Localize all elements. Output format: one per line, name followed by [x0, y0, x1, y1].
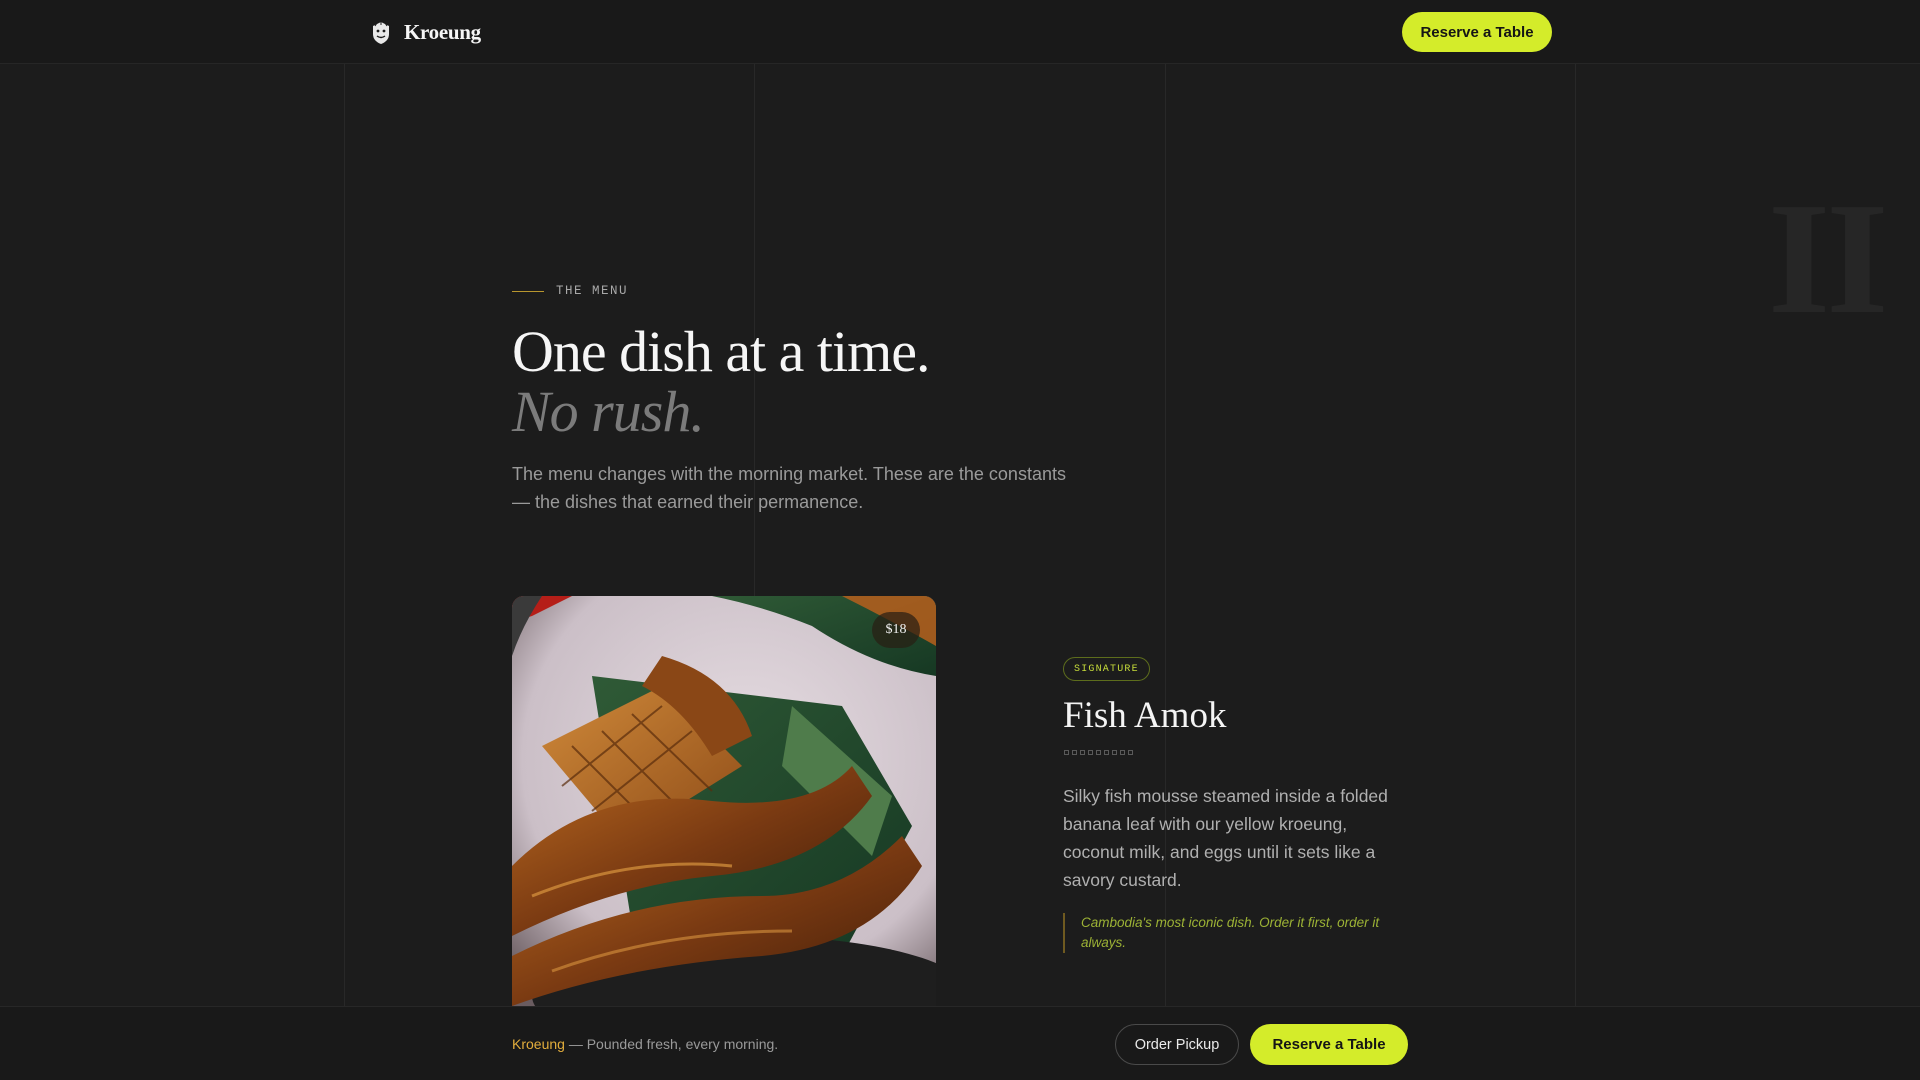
eyebrow-label: THE MENU — [556, 284, 629, 298]
lion-crest-icon — [373, 21, 389, 44]
section-numeral: II — [1768, 169, 1889, 347]
order-pickup-button[interactable]: Order Pickup — [1115, 1024, 1239, 1065]
price-badge: $18 — [872, 612, 920, 648]
grid-line — [1575, 64, 1576, 1080]
dish-photo — [512, 596, 936, 1006]
dot — [1112, 750, 1117, 755]
dot — [1096, 750, 1101, 755]
footer-tagline-text: — Pounded fresh, every morning. — [564, 1036, 779, 1052]
footer-tagline: Kroeung — Pounded fresh, every morning. — [512, 1036, 778, 1052]
footer-brand: Kroeung — [512, 1036, 565, 1052]
headline-line2: No rush. — [512, 378, 705, 444]
dot — [1104, 750, 1109, 755]
rating-dots — [1064, 750, 1133, 755]
bottom-bar: Kroeung — Pounded fresh, every morning. … — [0, 1006, 1920, 1080]
reserve-table-button[interactable]: Reserve a Table — [1402, 12, 1552, 52]
headline-line1: One dish at a time. — [512, 319, 931, 384]
brand-name: Kroeung — [404, 20, 481, 44]
page-title: One dish at a time. No rush. — [512, 319, 931, 444]
eyebrow-rule — [512, 290, 544, 292]
page: Kroeung Reserve a Table II THE MENU One … — [0, 0, 1920, 1080]
dish-note: Cambodia's most iconic dish. Order it fi… — [1063, 913, 1408, 953]
signature-tag: SIGNATURE — [1063, 657, 1150, 681]
dot — [1080, 750, 1085, 755]
dot — [1120, 750, 1125, 755]
dot — [1064, 750, 1069, 755]
grid-line — [344, 64, 345, 1080]
dish-title: Fish Amok — [1063, 695, 1227, 736]
dot — [1128, 750, 1133, 755]
fish-amok-photo — [512, 596, 936, 1006]
menu-intro: The menu changes with the morning market… — [512, 464, 1066, 512]
brand-logo[interactable]: Kroeung — [370, 20, 481, 45]
section-eyebrow: THE MENU — [512, 284, 628, 298]
dot — [1088, 750, 1093, 755]
top-nav: Kroeung Reserve a Table — [0, 0, 1920, 64]
dot — [1072, 750, 1077, 755]
footer-reserve-button[interactable]: Reserve a Table — [1250, 1024, 1408, 1065]
dish-description: Silky fish mousse steamed inside a folde… — [1063, 786, 1388, 890]
